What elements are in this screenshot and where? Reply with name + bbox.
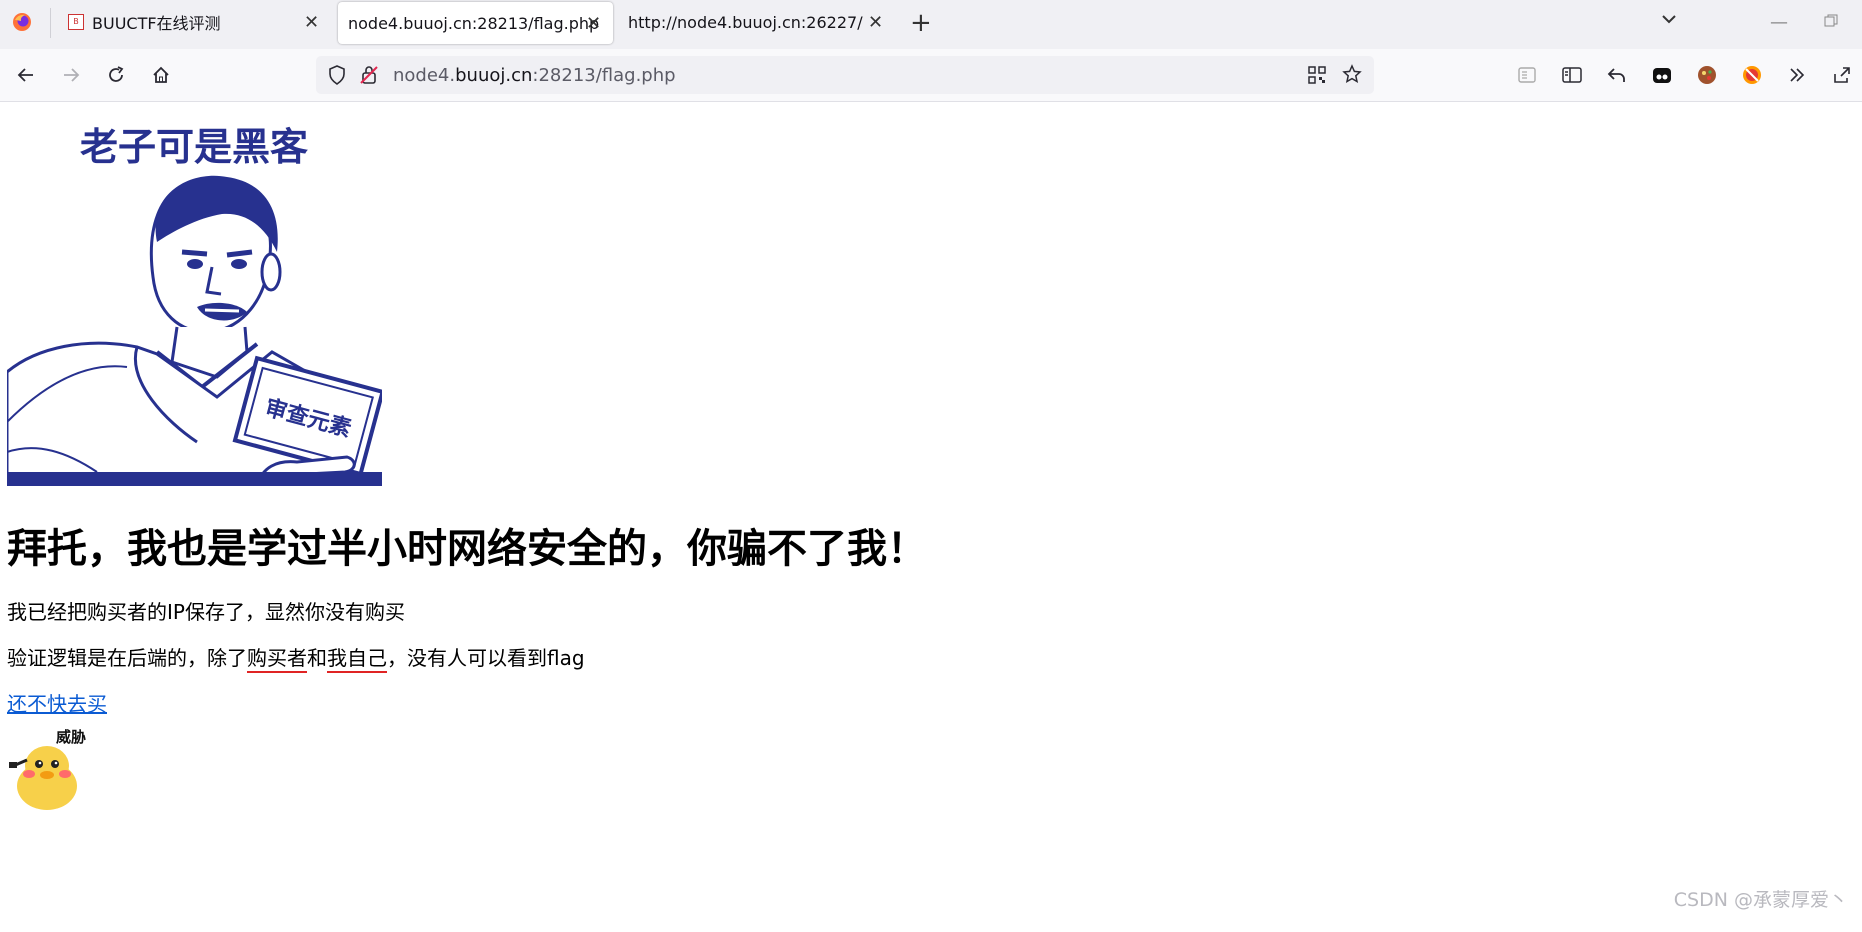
- url-path: :28213/flag.php: [532, 65, 676, 86]
- qr-code-icon[interactable]: [1308, 66, 1326, 88]
- restore-icon[interactable]: [1824, 12, 1838, 33]
- close-icon[interactable]: ✕: [304, 12, 319, 33]
- firefox-icon[interactable]: [12, 12, 32, 32]
- spellcheck-word: 我自己: [327, 646, 387, 673]
- reader-icon[interactable]: [1515, 63, 1539, 87]
- extension-icon[interactable]: [1740, 63, 1764, 87]
- close-icon[interactable]: ✕: [868, 12, 883, 33]
- url-prefix: node4.: [393, 65, 456, 86]
- tab-bar: B BUUCTF在线评测 ✕ node4.buuoj.cn:28213/flag…: [0, 0, 1862, 49]
- lock-insecure-icon[interactable]: [360, 65, 378, 89]
- shield-icon[interactable]: [328, 65, 346, 89]
- url-host: buuoj.cn: [455, 65, 533, 86]
- url-text[interactable]: node4.buuoj.cn:28213/flag.php: [393, 65, 676, 86]
- extension-icon[interactable]: [1650, 63, 1674, 87]
- extension-icon[interactable]: [1695, 63, 1719, 87]
- star-icon[interactable]: [1342, 64, 1362, 88]
- hacker-meme-image: 老子可是黑客 审查元素: [5, 122, 386, 488]
- tab-node-26227[interactable]: http://node4.buuoj.cn:26227/ ✕: [620, 0, 895, 44]
- go-buy-link[interactable]: 还不快去买: [7, 688, 107, 717]
- url-bar[interactable]: node4.buuoj.cn:28213/flag.php: [316, 56, 1374, 94]
- tab-label: BUUCTF在线评测: [92, 14, 221, 33]
- paragraph-ip-saved: 我已经把购买者的IP保存了，显然你没有购买: [7, 600, 405, 624]
- home-icon[interactable]: [149, 63, 173, 87]
- overflow-icon[interactable]: [1785, 63, 1809, 87]
- minimize-icon[interactable]: —: [1770, 12, 1788, 33]
- page-content: 老子可是黑客 审查元素 拜托，我也是学过半小时网络安全的，你骗不了我！ 我已经把…: [0, 102, 1862, 932]
- tab-label: node4.buuoj.cn:28213/flag.php: [348, 13, 600, 33]
- meme-caption: 老子可是黑客: [80, 125, 308, 169]
- page-heading: 拜托，我也是学过半小时网络安全的，你骗不了我！: [7, 526, 927, 572]
- text-segment: ，没有人可以看到flag: [387, 646, 585, 670]
- duck-caption: 威胁: [56, 728, 86, 746]
- duck-threat-image: 威胁: [7, 728, 89, 810]
- back-icon[interactable]: [14, 63, 38, 87]
- spellcheck-word: 购买者: [247, 646, 307, 673]
- share-icon[interactable]: [1830, 63, 1854, 87]
- chevron-down-icon[interactable]: [1660, 10, 1678, 32]
- tab-buuctf[interactable]: B BUUCTF在线评测 ✕: [56, 0, 326, 44]
- plus-icon[interactable]: +: [910, 8, 932, 38]
- paragraph-verification: 验证逻辑是在后端的，除了购买者和我自己，没有人可以看到flag: [7, 642, 585, 673]
- undo-icon[interactable]: [1605, 63, 1629, 87]
- buuctf-favicon: B: [68, 14, 84, 30]
- tab-label: http://node4.buuoj.cn:26227/: [628, 12, 863, 32]
- tab-flag[interactable]: node4.buuoj.cn:28213/flag.php ✕: [338, 2, 613, 44]
- close-icon[interactable]: ✕: [586, 13, 601, 34]
- text-segment: 和: [307, 646, 327, 670]
- navigation-bar: node4.buuoj.cn:28213/flag.php: [0, 49, 1862, 102]
- text-segment: 验证逻辑是在后端的，除了: [7, 646, 247, 670]
- csdn-watermark: CSDN @承蒙厚爱丶: [1673, 889, 1848, 911]
- sidebar-icon[interactable]: [1560, 63, 1584, 87]
- reload-icon[interactable]: [104, 63, 128, 87]
- forward-icon[interactable]: [59, 63, 83, 87]
- tab-separator: [50, 8, 51, 38]
